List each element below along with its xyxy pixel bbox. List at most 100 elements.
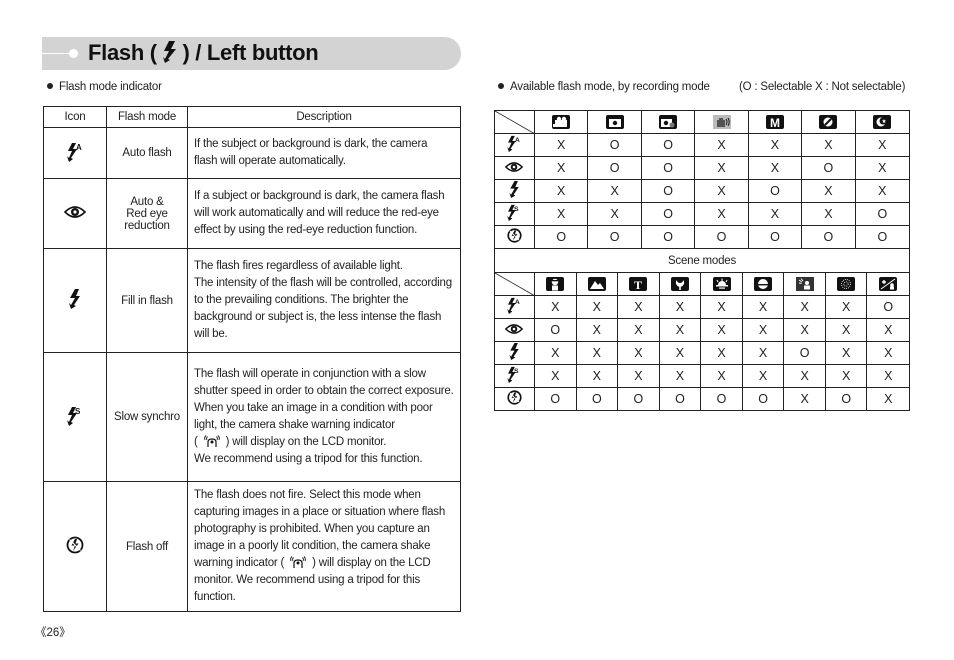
svg-text:S: S xyxy=(514,368,519,375)
mode-column-header xyxy=(783,272,826,296)
icon-cell xyxy=(43,178,107,249)
selectable-mark: O xyxy=(617,387,660,411)
mode-label: Auto flash xyxy=(106,127,188,179)
not-selectable-mark: X xyxy=(866,387,910,411)
mode-label: Fill in flash xyxy=(106,248,188,353)
table-row: OOOOOOO xyxy=(494,225,911,249)
table-row: AXOOXXXX xyxy=(494,133,911,157)
description-text: ( xyxy=(194,436,201,448)
description-line: effect by using the red-eye reduction fu… xyxy=(194,224,418,236)
selectable-mark: O xyxy=(640,156,696,180)
fill-flash-icon xyxy=(509,181,520,201)
mode-column-header xyxy=(866,272,910,296)
not-selectable-mark: X xyxy=(533,341,577,365)
slow-synchro-icon: S xyxy=(506,366,522,386)
description-text: ) will display on the LCD monitor. xyxy=(222,436,387,448)
table-row: SXXXXXXXXX xyxy=(494,364,910,388)
svg-text:A: A xyxy=(76,143,82,152)
flash-mode-row-header xyxy=(494,179,535,203)
selectable-mark: O xyxy=(801,156,856,180)
table-row: SXXOXXXO xyxy=(494,202,911,226)
flash-mode-row-header xyxy=(494,318,535,342)
mode-label: Slow synchro xyxy=(106,352,188,482)
auto-flash-icon: A xyxy=(506,135,522,155)
close-up-icon xyxy=(670,277,689,292)
flash-mode-row-header: S xyxy=(494,364,535,388)
description-line: capturing images in a place or situation… xyxy=(194,506,446,518)
fill-flash-icon xyxy=(509,343,520,363)
description-line-with-icon: ( ) will display on the LCD monitor. xyxy=(194,434,455,451)
not-selectable-mark: X xyxy=(747,202,803,226)
red-eye-icon xyxy=(505,323,524,338)
corner-cell xyxy=(494,110,535,134)
description-line: photography is prohibited. When you capt… xyxy=(194,523,430,535)
selectable-mark: O xyxy=(747,225,803,249)
flash-mode-row-header xyxy=(494,341,535,365)
mode-column-header xyxy=(700,272,743,296)
not-selectable-mark: X xyxy=(694,156,749,180)
not-selectable-mark: X xyxy=(783,364,826,388)
description-text: warning indicator ( xyxy=(194,557,288,569)
description-cell: The flash fires regardless of available … xyxy=(187,248,461,353)
flash-mode-row-header: A xyxy=(494,133,535,157)
auto-camera-icon xyxy=(605,115,624,130)
fill-flash-icon xyxy=(69,289,81,312)
not-selectable-mark: X xyxy=(658,295,702,319)
page-title: Flash ( ) / Left button xyxy=(88,40,319,69)
flash-mode-table: Icon Flash mode Description A Auto flash… xyxy=(43,106,461,612)
not-selectable-mark: X xyxy=(741,295,785,319)
not-selectable-mark: X xyxy=(658,318,702,342)
slow-synchro-icon: S xyxy=(506,204,522,224)
selectable-mark: O xyxy=(741,387,785,411)
description-cell: If the subject or background is dark, th… xyxy=(187,127,461,179)
not-selectable-mark: X xyxy=(700,318,743,342)
not-selectable-mark: X xyxy=(801,179,856,203)
mode-column-header xyxy=(658,272,702,296)
table-row: OOOOOOXOX xyxy=(494,387,910,411)
table-row: Flash off The flash does not fire. Selec… xyxy=(43,481,461,612)
not-selectable-mark: X xyxy=(783,318,826,342)
svg-text:M: M xyxy=(770,116,780,129)
movie-icon xyxy=(552,115,571,130)
description-line: flash will operate automatically. xyxy=(194,155,346,167)
section-title-bar: Flash ( ) / Left button xyxy=(42,37,461,70)
backlight-icon xyxy=(795,277,814,292)
scene-modes-row: Scene modes xyxy=(494,248,910,273)
not-selectable-mark: X xyxy=(741,364,785,388)
mode-column-header: T xyxy=(617,272,660,296)
not-selectable-mark: X xyxy=(741,341,785,365)
night-icon xyxy=(873,115,892,130)
not-selectable-mark: X xyxy=(700,364,743,388)
mode-column-header xyxy=(854,110,911,134)
description-line: will be. xyxy=(194,328,228,340)
not-selectable-mark: X xyxy=(533,202,589,226)
landscape-icon xyxy=(587,277,606,292)
flash-mode-row-header: A xyxy=(494,295,535,319)
mode-label-line: reduction xyxy=(124,219,170,232)
title-decoration-dot xyxy=(69,49,78,58)
not-selectable-mark: X xyxy=(533,295,577,319)
auto-flash-icon: A xyxy=(506,297,522,317)
flash-mode-indicator-heading: Flash mode indicator xyxy=(47,81,162,93)
scene-modes-label: Scene modes xyxy=(494,248,910,273)
not-selectable-mark: X xyxy=(783,295,826,319)
not-selectable-mark: X xyxy=(694,133,749,157)
description-cell: If a subject or background is dark, the … xyxy=(187,178,461,249)
recording-mode-header-row: M xyxy=(494,110,911,134)
not-selectable-mark: X xyxy=(824,341,868,365)
not-selectable-mark: X xyxy=(824,364,868,388)
description-text: ) will display on the LCD xyxy=(309,557,431,569)
selectable-mark: O xyxy=(533,318,577,342)
not-selectable-mark: X xyxy=(575,318,619,342)
mode-label: Auto & Red eye reduction xyxy=(106,178,188,249)
bullet-text: Available flash mode, by recording mode xyxy=(510,81,710,93)
table-row: A Auto flash If the subject or backgroun… xyxy=(43,127,461,179)
selectable-mark: O xyxy=(640,202,696,226)
description-line: The flash will operate in conjunction wi… xyxy=(194,368,426,380)
svg-text:T: T xyxy=(634,278,642,291)
text-icon: T xyxy=(629,277,648,292)
flash-icon xyxy=(162,41,177,69)
mode-column-header xyxy=(824,272,868,296)
not-selectable-mark: X xyxy=(617,341,660,365)
selectable-mark: O xyxy=(854,202,911,226)
